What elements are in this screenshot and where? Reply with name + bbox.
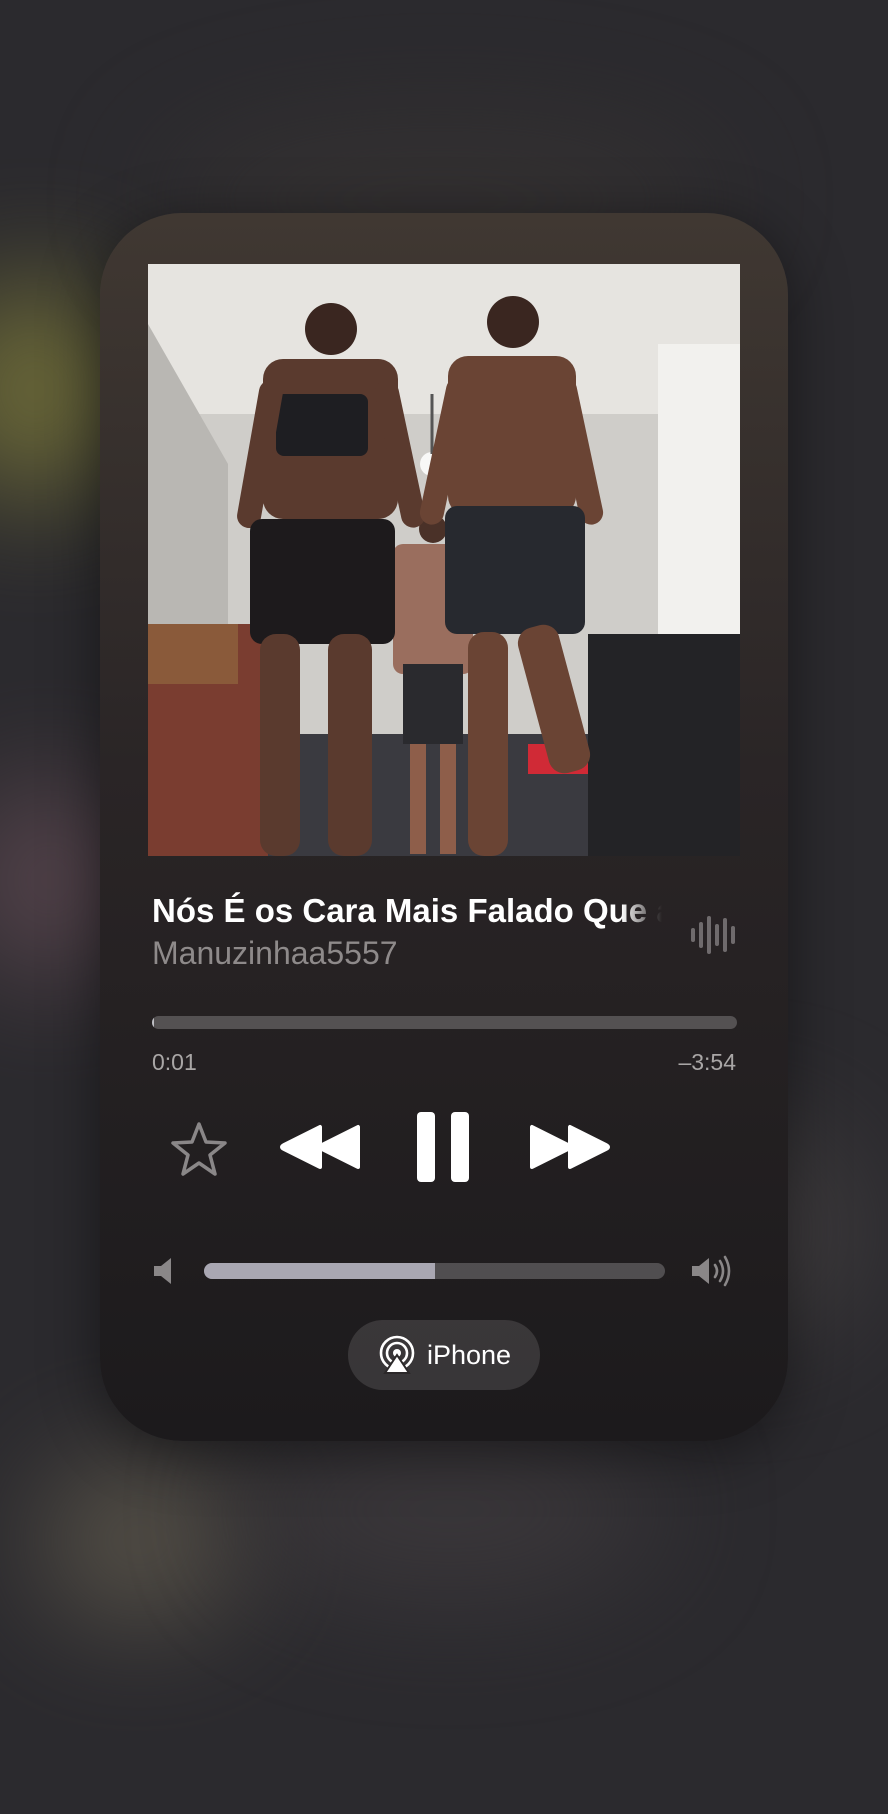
waveform-icon[interactable] (690, 914, 738, 956)
output-device-label: iPhone (426, 1339, 512, 1370)
track-title: Nós É os Cara Mais Falado Que as (152, 892, 662, 929)
rewind-icon (280, 1125, 360, 1169)
remaining-time: –3:54 (678, 1049, 736, 1075)
playback-scrubber[interactable] (152, 1016, 737, 1029)
pause-button[interactable] (412, 1108, 474, 1186)
elapsed-time: 0:01 (152, 1049, 197, 1075)
volume-level-fill (204, 1263, 435, 1279)
pause-icon (417, 1112, 469, 1182)
favorite-button[interactable] (168, 1118, 230, 1180)
album-artwork-photo (148, 264, 740, 856)
fast-forward-icon (530, 1125, 610, 1169)
star-icon (171, 1122, 227, 1176)
airplay-output-button[interactable]: iPhone (348, 1320, 540, 1390)
previous-track-button[interactable] (278, 1118, 364, 1176)
volume-low-icon (154, 1258, 171, 1284)
next-track-button[interactable] (526, 1118, 612, 1176)
airplay-icon (379, 1335, 415, 1374)
track-artist[interactable]: Manuzinhaa5557 (152, 935, 398, 972)
volume-high-icon (692, 1255, 731, 1287)
volume-slider[interactable] (204, 1263, 665, 1279)
album-artwork[interactable] (148, 264, 740, 856)
